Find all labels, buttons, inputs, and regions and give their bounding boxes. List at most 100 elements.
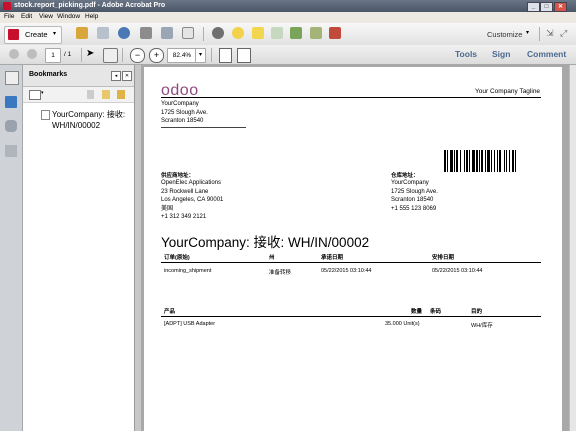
acrobat-icon (3, 2, 11, 10)
open-folder-icon[interactable] (76, 27, 88, 39)
supplier-address: OpenElec Applications 23 Rockwell Lane L… (161, 180, 224, 220)
options-menu-icon[interactable] (29, 90, 41, 100)
minimize-button[interactable]: _ (527, 2, 540, 12)
menu-view[interactable]: View (39, 13, 53, 20)
new-bookmark-icon[interactable] (102, 90, 110, 99)
barcode-image (444, 150, 544, 172)
line-header: 条码 (430, 309, 442, 315)
close-panel-icon[interactable]: ✕ (122, 71, 132, 81)
comment-bubble-icon[interactable] (232, 27, 244, 39)
toolbar-separator (539, 27, 540, 41)
combine-files-icon[interactable] (290, 27, 302, 39)
comment-link[interactable]: Comment (527, 49, 566, 59)
menu-edit[interactable]: Edit (21, 13, 32, 20)
sticky-note-icon[interactable] (252, 27, 264, 39)
warehouse-address: YourCompany 1725 Slough Ave. Scranton 18… (391, 180, 438, 212)
info-cell: 准备转移 (269, 270, 292, 276)
email-icon[interactable] (182, 27, 194, 39)
line-cell: WH/库存 (471, 323, 493, 329)
bookmarks-header: Bookmarks ◂ ✕ (23, 65, 134, 87)
cloud-upload-icon[interactable] (118, 27, 130, 39)
previous-page-icon[interactable] (9, 49, 19, 59)
sign-link[interactable]: Sign (492, 49, 510, 59)
menu-file[interactable]: File (4, 13, 14, 20)
close-button[interactable]: ✕ (554, 2, 567, 12)
page-number-input[interactable]: 1 (45, 48, 61, 63)
main-toolbar: Create ▾ Customize ▾ ⇲ ⤢ (0, 23, 576, 46)
bookmarks-toolbar: ▾ (23, 87, 134, 103)
info-cell: 05/22/2015 03:10:44 (321, 268, 372, 274)
barcode-bar (512, 150, 514, 172)
create-pdf-icon (8, 29, 19, 40)
chevron-down-icon[interactable]: ▾ (41, 90, 44, 96)
signatures-icon[interactable] (5, 145, 17, 157)
gear-icon[interactable] (212, 27, 224, 39)
bookmark-label: WH/IN/00002 (52, 121, 101, 130)
info-header: 订单(原始) (164, 255, 190, 261)
barcode-bar (450, 150, 453, 172)
expand-icon[interactable]: ⇲ (546, 28, 554, 39)
barcode-bar (456, 150, 458, 172)
menu-window[interactable]: Window (57, 13, 80, 20)
save-icon[interactable] (97, 27, 109, 39)
menu-help[interactable]: Help (85, 13, 98, 20)
pages-panel-icon[interactable] (5, 71, 19, 85)
form-icon[interactable] (271, 27, 283, 39)
line-cell: [ADPT] USB Adapter (164, 321, 216, 327)
barcode-bar (504, 150, 505, 172)
barcode-bar (494, 150, 495, 172)
bookmark-item[interactable]: YourCompany: 接收: WH/IN/00002 (52, 109, 125, 131)
fit-page-icon[interactable] (219, 48, 232, 63)
barcode-bar (447, 150, 448, 172)
info-cell: 05/22/2015 03:10:44 (432, 268, 483, 274)
maximize-button[interactable]: □ (540, 2, 553, 12)
vertical-scrollbar[interactable] (569, 65, 576, 431)
bookmark-icon (41, 110, 50, 120)
line-header: 目的 (471, 309, 483, 315)
table-divider (161, 262, 541, 263)
fullscreen-icon[interactable]: ⤢ (560, 28, 567, 39)
barcode-bar (499, 150, 501, 172)
bookmarks-title: Bookmarks (29, 71, 68, 78)
toolbar-separator (122, 48, 123, 62)
bookmarks-panel-icon[interactable] (5, 96, 17, 108)
zoom-dropdown[interactable]: ▾ (195, 48, 206, 63)
bookmark-properties-icon[interactable] (117, 90, 125, 99)
barcode-bar (444, 150, 446, 172)
info-cell: incoming_shipment (164, 268, 212, 274)
barcode-bar (460, 150, 461, 172)
barcode-bar (454, 150, 455, 172)
tools-link[interactable]: Tools (455, 49, 477, 59)
barcode-bar (497, 150, 498, 172)
fit-width-icon[interactable] (237, 48, 251, 63)
chevron-down-icon: ▾ (53, 31, 57, 37)
select-cursor-icon[interactable]: ➤ (86, 48, 94, 59)
create-button[interactable]: Create ▾ (4, 26, 62, 44)
hand-tool-icon[interactable] (103, 48, 118, 63)
toolbar-separator (81, 48, 82, 62)
company-tagline: Your Company Tagline (475, 88, 541, 95)
zoom-level-input[interactable]: 82.4% (167, 48, 197, 63)
zoom-out-icon[interactable]: − (130, 48, 145, 63)
edit-document-icon[interactable] (161, 27, 173, 39)
barcode-bar (469, 150, 470, 172)
company-address: YourCompany 1725 Slough Ave. Scranton 18… (161, 101, 208, 124)
collapse-panel-icon[interactable]: ◂ (111, 71, 121, 81)
delete-bookmark-icon[interactable] (87, 90, 94, 99)
customize-label[interactable]: Customize (487, 30, 522, 39)
document-title: YourCompany: 接收: WH/IN/00002 (161, 235, 370, 250)
navigation-toolbar: 1 / 1 ➤ − + 82.4% ▾ Tools Sign Comment (0, 45, 576, 65)
navigation-pane (0, 65, 23, 431)
page-total: / 1 (64, 51, 72, 58)
chevron-down-icon[interactable]: ▾ (526, 29, 529, 36)
print-icon[interactable] (140, 27, 152, 39)
line-cell: 35.000 Unit(s) (385, 321, 420, 327)
attachments-icon[interactable] (5, 120, 17, 132)
window-title: stock.report_picking.pdf - Adobe Acrobat… (14, 2, 166, 9)
bookmarks-panel: Bookmarks ◂ ✕ ▾ YourCompany: 接收: WH/IN/0… (23, 65, 135, 431)
zoom-in-icon[interactable]: + (149, 48, 164, 63)
export-icon[interactable] (310, 27, 322, 39)
next-page-icon[interactable] (27, 49, 37, 59)
warehouse-label: 仓库地址： (391, 173, 419, 179)
protect-icon[interactable] (329, 27, 341, 39)
